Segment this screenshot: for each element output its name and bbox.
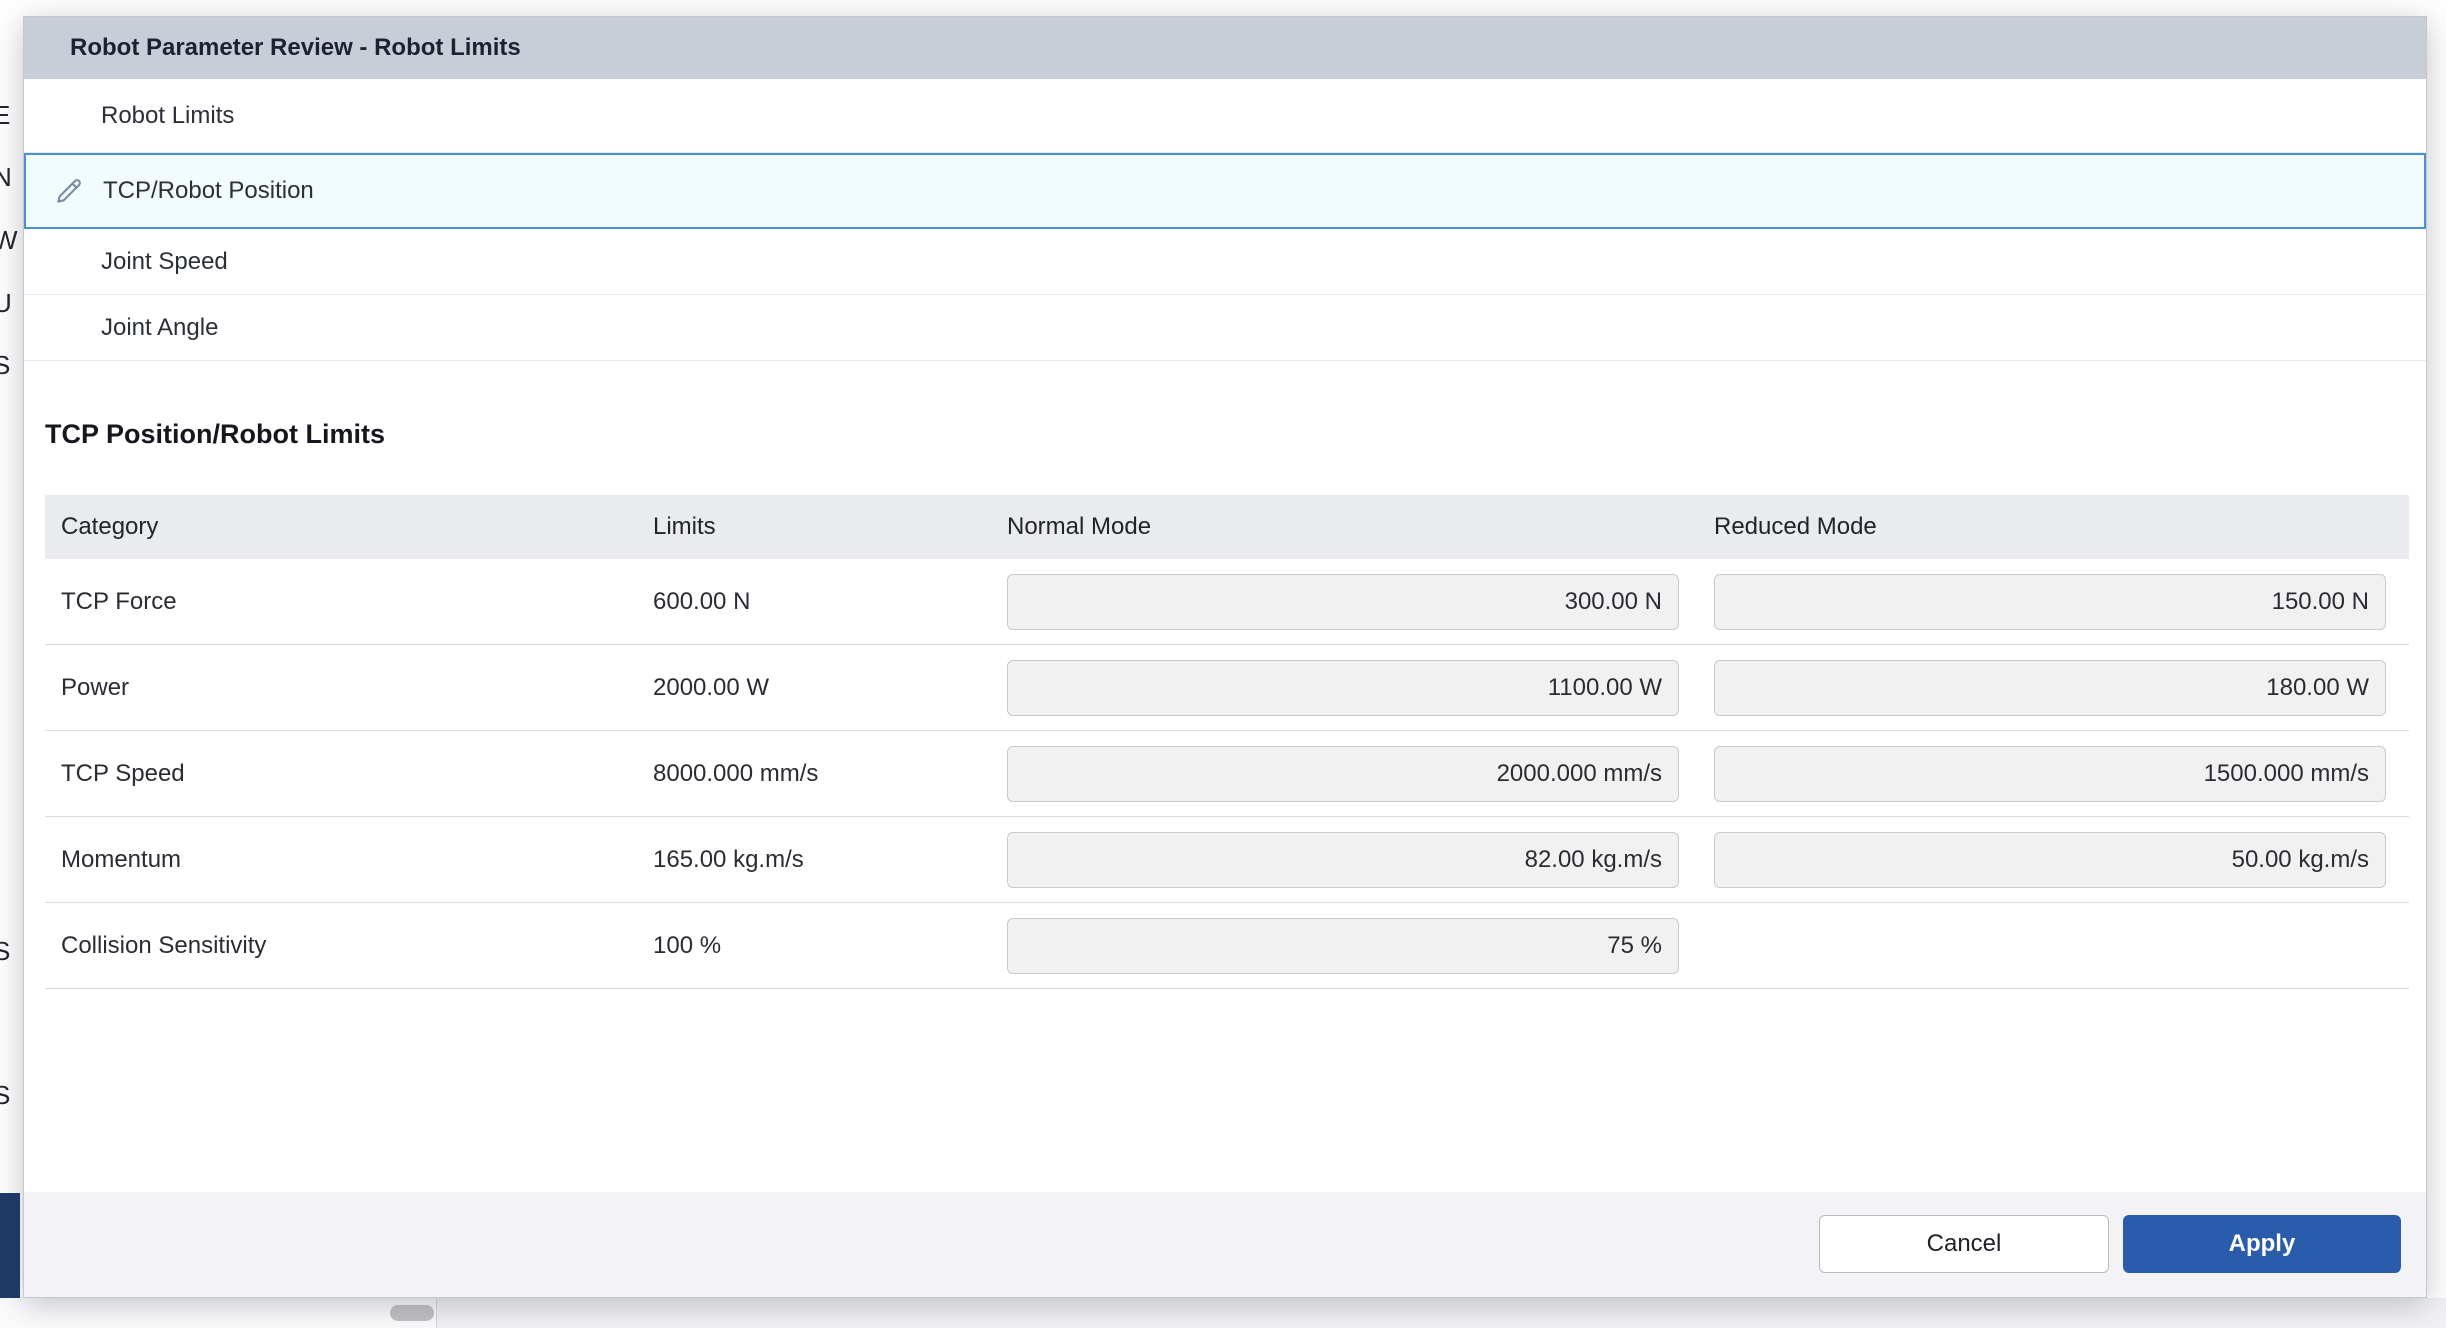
- section-title: TCP Position/Robot Limits: [45, 417, 2426, 451]
- background-clipped-text: N: [0, 162, 12, 193]
- background-bottom-strip: [0, 1298, 2446, 1328]
- table-row: TCP Force 600.00 N: [45, 559, 2409, 645]
- dialog-footer: Cancel Apply: [24, 1192, 2426, 1297]
- list-item-label: Joint Angle: [101, 314, 218, 342]
- power-normal-input[interactable]: [1007, 660, 1679, 716]
- tcp-speed-reduced-input[interactable]: [1714, 746, 2386, 802]
- parameter-list: Robot Limits TCP/Robot Position Joint Sp…: [24, 79, 2426, 361]
- momentum-reduced-input[interactable]: [1714, 832, 2386, 888]
- row-category-label: Power: [45, 674, 637, 702]
- collision-sensitivity-normal-input[interactable]: [1007, 918, 1679, 974]
- background-clipped-text: E: [0, 100, 10, 131]
- column-header-reduced-mode: Reduced Mode: [1698, 513, 2411, 541]
- table-row: Collision Sensitivity 100 %: [45, 903, 2409, 989]
- tcp-force-normal-input[interactable]: [1007, 574, 1679, 630]
- tcp-speed-normal-input[interactable]: [1007, 746, 1679, 802]
- row-limit-value: 2000.00 W: [637, 674, 991, 702]
- row-limit-value: 8000.000 mm/s: [637, 760, 991, 788]
- background-clipped-text: W: [0, 225, 18, 256]
- list-item-tcp-robot-position[interactable]: TCP/Robot Position: [24, 153, 2426, 229]
- table-row: TCP Speed 8000.000 mm/s: [45, 731, 2409, 817]
- background-clipped-text: U: [0, 288, 12, 319]
- row-limit-value: 600.00 N: [637, 588, 991, 616]
- background-clipped-text: S: [0, 350, 10, 381]
- apply-button[interactable]: Apply: [2123, 1215, 2401, 1273]
- background-bottom-panel: [0, 1298, 437, 1328]
- edit-pencil-icon: [53, 175, 85, 207]
- column-header-normal-mode: Normal Mode: [991, 513, 1698, 541]
- list-item-label: Robot Limits: [101, 102, 234, 130]
- robot-parameter-dialog: Robot Parameter Review - Robot Limits Ro…: [23, 16, 2427, 1298]
- power-reduced-input[interactable]: [1714, 660, 2386, 716]
- list-item-robot-limits[interactable]: Robot Limits: [24, 79, 2426, 153]
- column-header-category: Category: [45, 513, 637, 541]
- dialog-titlebar: Robot Parameter Review - Robot Limits: [24, 17, 2426, 79]
- table-header-row: Category Limits Normal Mode Reduced Mode: [45, 495, 2409, 559]
- dialog-title: Robot Parameter Review - Robot Limits: [70, 34, 521, 62]
- list-item-joint-speed[interactable]: Joint Speed: [24, 229, 2426, 295]
- row-category-label: TCP Force: [45, 588, 637, 616]
- row-category-label: Momentum: [45, 846, 637, 874]
- column-header-limits: Limits: [637, 513, 991, 541]
- cancel-button[interactable]: Cancel: [1819, 1215, 2109, 1273]
- screen: E N W U S S S Robot Parameter Review - R…: [0, 0, 2446, 1328]
- limits-table: Category Limits Normal Mode Reduced Mode…: [45, 495, 2409, 989]
- background-clipped-text: S: [0, 1080, 10, 1111]
- tcp-force-reduced-input[interactable]: [1714, 574, 2386, 630]
- table-row: Power 2000.00 W: [45, 645, 2409, 731]
- list-item-joint-angle[interactable]: Joint Angle: [24, 295, 2426, 361]
- row-category-label: TCP Speed: [45, 760, 637, 788]
- table-row: Momentum 165.00 kg.m/s: [45, 817, 2409, 903]
- row-limit-value: 165.00 kg.m/s: [637, 846, 991, 874]
- row-limit-value: 100 %: [637, 932, 991, 960]
- list-item-label: Joint Speed: [101, 248, 228, 276]
- momentum-normal-input[interactable]: [1007, 832, 1679, 888]
- row-category-label: Collision Sensitivity: [45, 932, 637, 960]
- background-clipped-text: S: [0, 936, 10, 967]
- horizontal-scrollbar-thumb[interactable]: [390, 1305, 434, 1321]
- list-item-label: TCP/Robot Position: [103, 177, 314, 205]
